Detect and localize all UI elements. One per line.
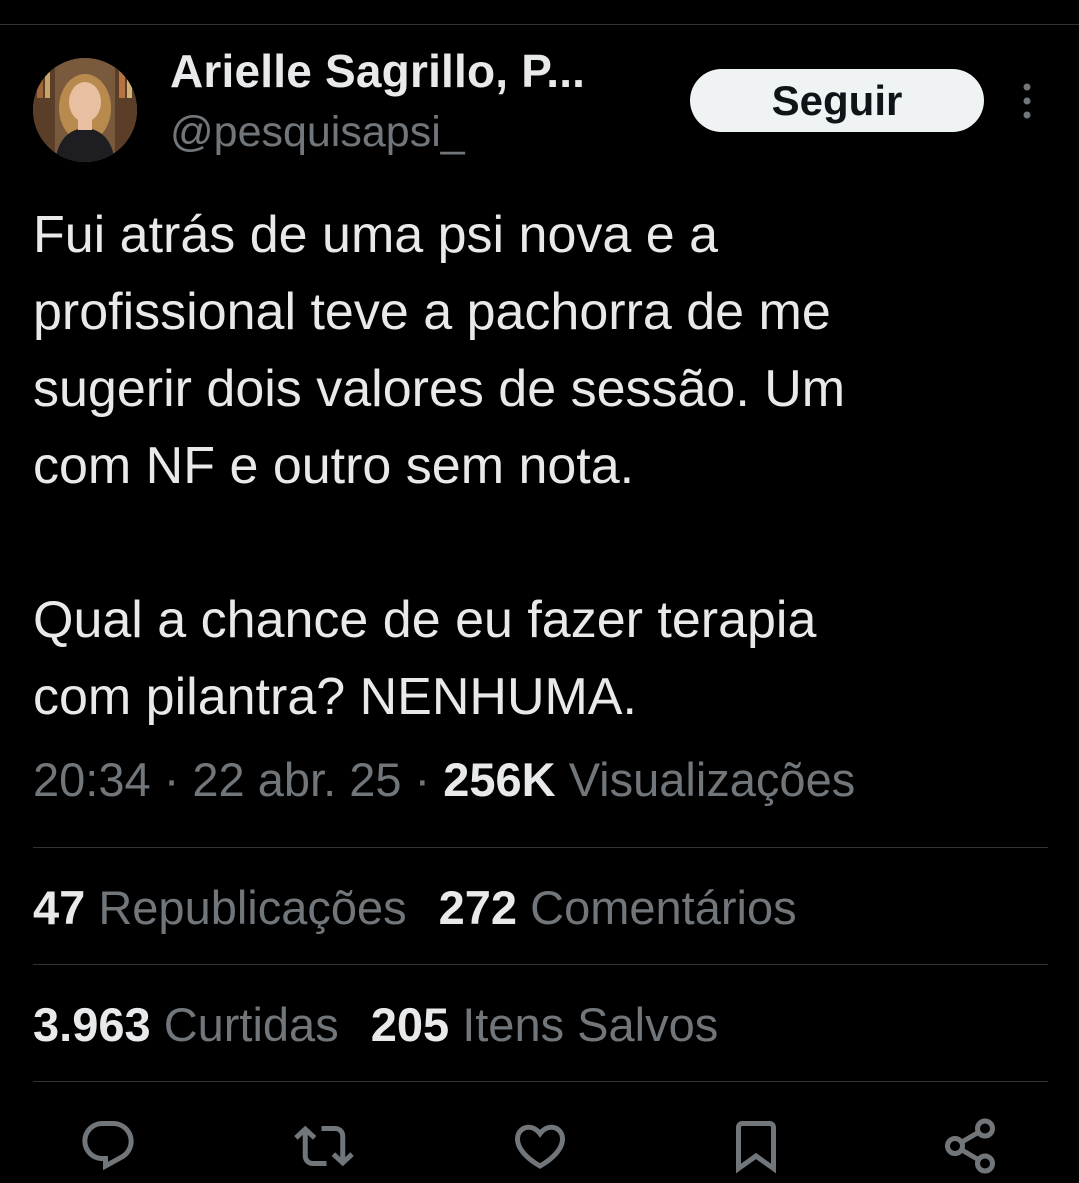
tweet-date[interactable]: 22 abr. 25: [192, 753, 401, 806]
tweet-meta: 20:34 · 22 abr. 25 · 256K Visualizações: [33, 752, 855, 807]
repost-icon: [294, 1125, 354, 1167]
tweet-time[interactable]: 20:34: [33, 753, 151, 806]
reposts-stat[interactable]: 47 Republicações: [33, 881, 407, 934]
reposts-count: 47: [33, 881, 86, 934]
stats-row-reposts-comments: 47 Republicações 272 Comentários: [33, 880, 829, 935]
saves-label: Itens Salvos: [462, 998, 719, 1051]
comments-label: Comentários: [530, 881, 797, 934]
bookmark-button[interactable]: [726, 1116, 786, 1176]
stats-row-likes-saves: 3.963 Curtidas 205 Itens Salvos: [33, 997, 750, 1052]
like-button[interactable]: [510, 1116, 570, 1176]
divider: [33, 847, 1048, 848]
more-icon: [1023, 83, 1031, 119]
avatar[interactable]: [33, 58, 137, 162]
likes-label: Curtidas: [163, 998, 339, 1051]
more-options-button[interactable]: [1010, 80, 1044, 122]
saves-count: 205: [370, 998, 450, 1051]
likes-stat[interactable]: 3.963 Curtidas: [33, 998, 339, 1051]
divider: [33, 1081, 1048, 1082]
views-label: [556, 753, 569, 806]
comments-count: 272: [438, 881, 518, 934]
share-button[interactable]: [940, 1116, 1000, 1176]
share-icon: [945, 1118, 995, 1174]
author-name[interactable]: Arielle Sagrillo, P...: [170, 44, 585, 98]
comments-stat[interactable]: 272 Comentários: [439, 881, 797, 934]
author-handle[interactable]: @pesquisapsi_: [170, 108, 465, 157]
reply-icon: [82, 1121, 134, 1171]
meta-separator: ·: [163, 753, 180, 806]
meta-separator: ·: [414, 753, 431, 806]
saves-stat[interactable]: 205 Itens Salvos: [371, 998, 719, 1051]
avatar-image: [33, 58, 137, 162]
follow-button-label: Seguir: [771, 76, 903, 124]
likes-count: 3.963: [33, 998, 151, 1051]
views-label-text: Visualizações: [568, 753, 856, 806]
tweet-text: Fui atrás de uma psi nova e a profission…: [33, 206, 846, 726]
repost-button[interactable]: [294, 1116, 354, 1176]
views-count: 256K: [443, 753, 556, 806]
bookmark-icon: [736, 1121, 776, 1174]
reposts-label: Republicações: [98, 881, 407, 934]
top-divider: [0, 24, 1079, 25]
divider: [33, 964, 1048, 965]
follow-button[interactable]: Seguir: [690, 69, 984, 132]
heart-icon: [514, 1124, 566, 1169]
reply-button[interactable]: [78, 1116, 138, 1176]
